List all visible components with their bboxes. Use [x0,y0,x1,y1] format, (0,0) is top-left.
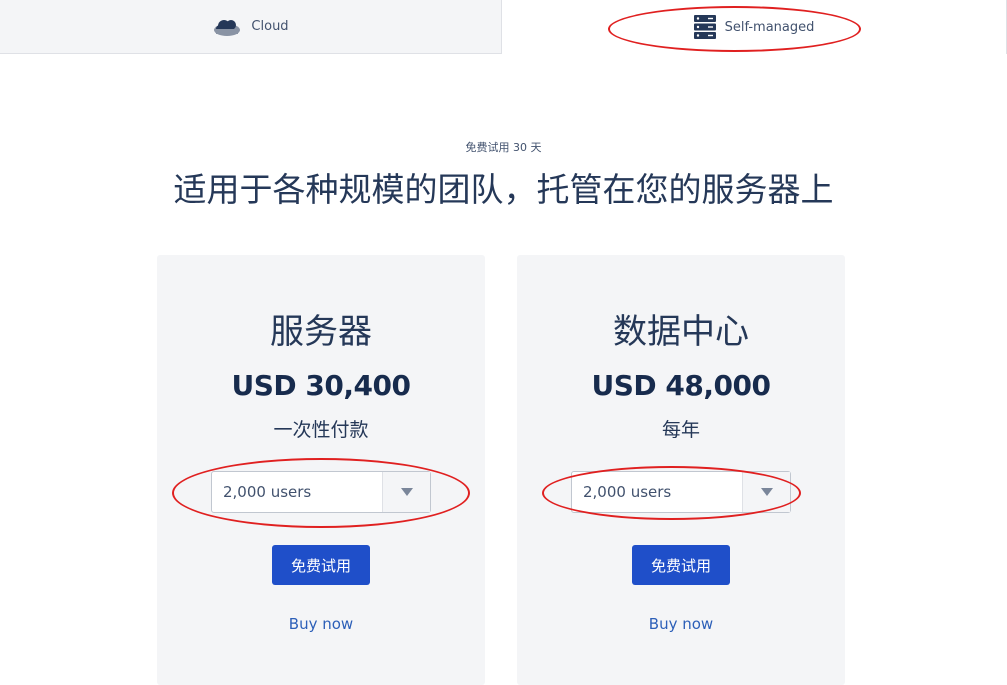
tab-cloud-label: Cloud [251,19,289,34]
tab-self-managed[interactable]: Self-managed [502,0,1007,54]
tab-self-managed-label: Self-managed [724,19,815,35]
server-icon [693,15,716,39]
plan-name: 数据中心 [613,312,749,352]
plan-card-data-center: 数据中心 USD 48,000 每年 2,000 users 免费试用 Buy … [517,255,845,685]
buy-now-link[interactable]: Buy now [517,615,845,633]
free-trial-button[interactable]: 免费试用 [632,545,730,585]
plan-period: 每年 [661,419,700,441]
user-tier-value: 2,000 users [583,483,672,501]
buy-now-link[interactable]: Buy now [157,615,485,633]
plan-price: USD 30,400 [231,369,411,402]
user-tier-select[interactable]: 2,000 users [571,471,791,513]
dropdown-arrow-icon[interactable] [742,472,790,512]
plan-name: 服务器 [270,312,372,352]
tab-cloud[interactable]: Cloud [0,0,502,54]
user-tier-value: 2,000 users [223,483,312,501]
page-title: 适用于各种规模的团队，托管在您的服务器上 [173,170,834,209]
trial-eyebrow: 免费试用 30 天 [465,141,542,154]
dropdown-arrow-icon[interactable] [382,472,430,512]
free-trial-button[interactable]: 免费试用 [272,545,370,585]
cloud-icon [212,17,242,37]
plan-period: 一次性付款 [273,419,369,441]
deployment-tabs: Cloud Self-managed [0,0,1007,55]
user-tier-select[interactable]: 2,000 users [211,471,431,513]
plan-price: USD 48,000 [591,369,771,402]
plan-card-server: 服务器 USD 30,400 一次性付款 2,000 users 免费试用 Bu… [157,255,485,685]
